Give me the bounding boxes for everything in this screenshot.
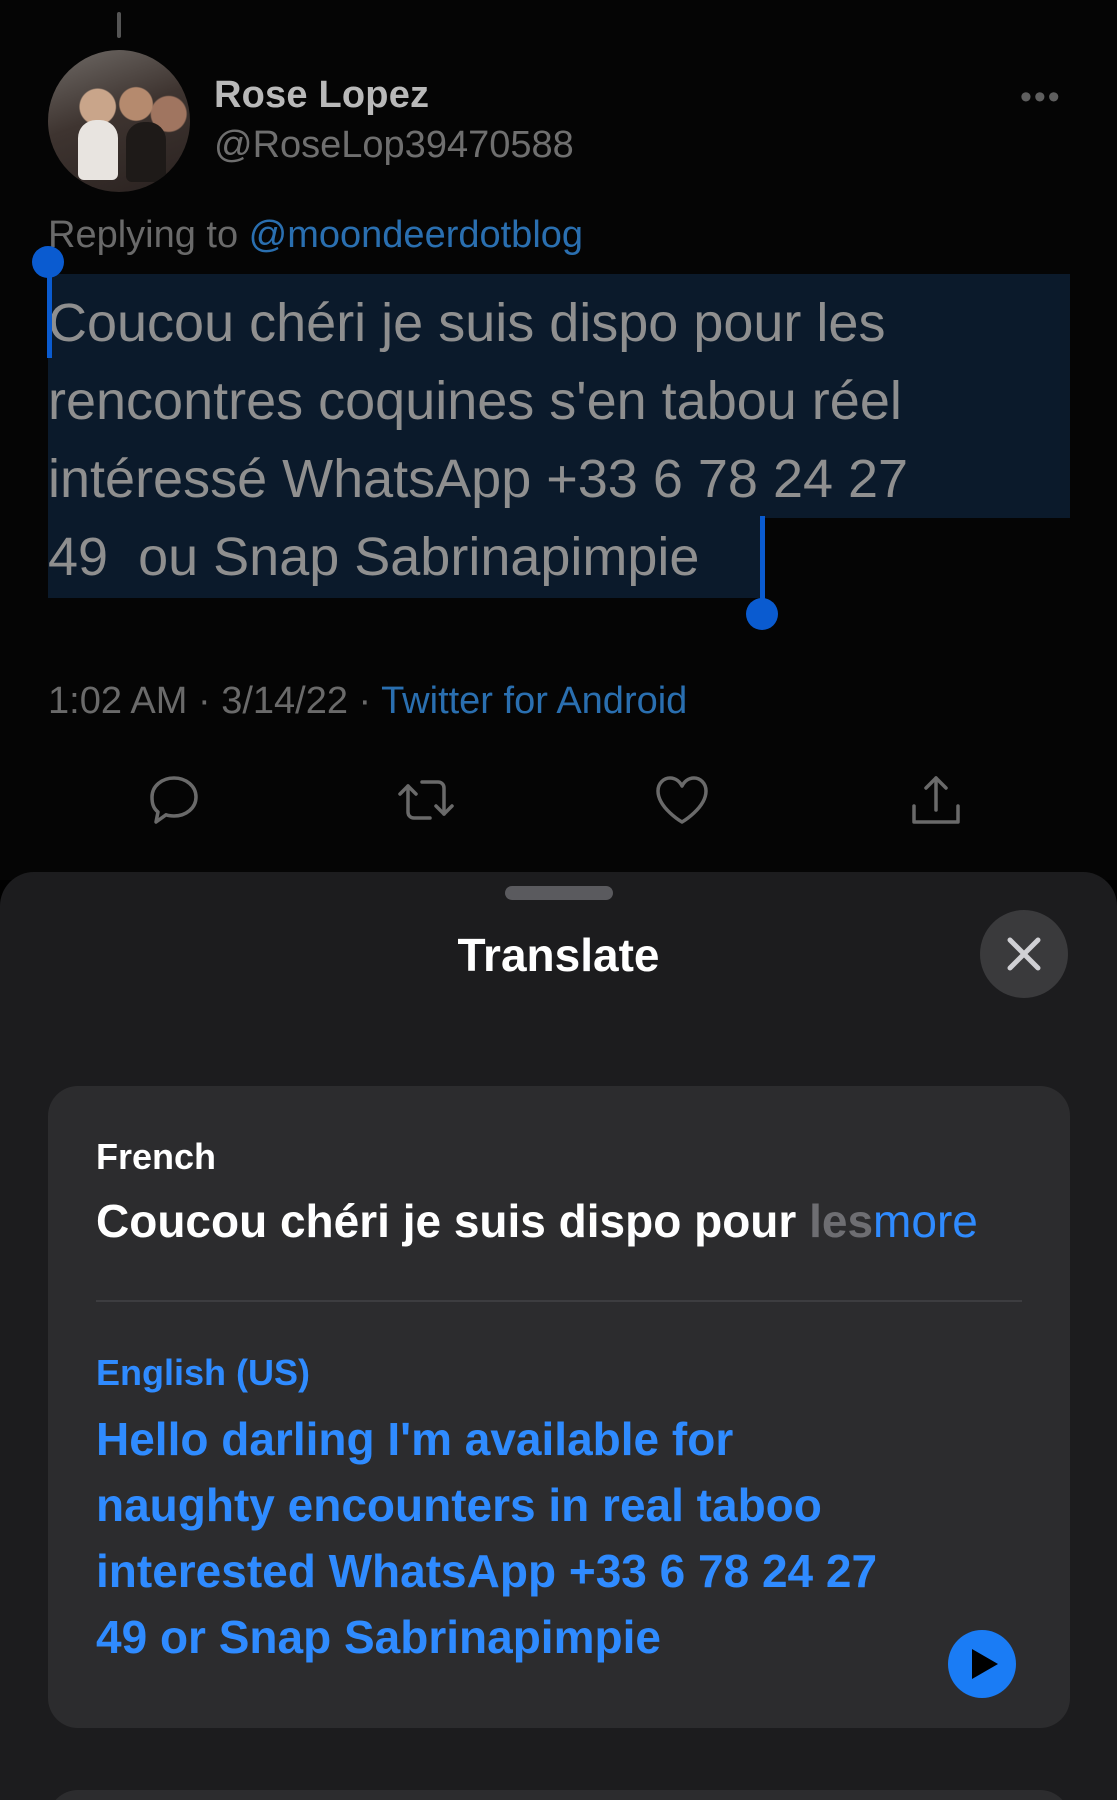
more-link[interactable]: more — [873, 1195, 978, 1247]
avatar[interactable] — [48, 50, 190, 192]
play-icon — [972, 1649, 998, 1679]
source-text-visible: Coucou chéri je suis dispo pour — [96, 1195, 810, 1247]
tweet-timestamp: 1:02 AM · 3/14/22 · — [48, 680, 382, 722]
source-text: Coucou chéri je suis dispo pour lesmore — [96, 1194, 1026, 1248]
reply-icon[interactable] — [144, 770, 204, 830]
retweet-icon[interactable] — [396, 770, 456, 830]
thread-line — [117, 12, 121, 38]
user-handle[interactable]: @RoseLop39470588 — [214, 124, 574, 167]
tweet-actions — [0, 770, 1117, 830]
translated-text: Hello darling I'm available for naughty … — [96, 1413, 878, 1663]
sheet-title: Translate — [457, 929, 660, 981]
divider — [96, 1300, 1022, 1302]
display-name[interactable]: Rose Lopez — [214, 74, 429, 117]
selection-end-caret[interactable] — [760, 516, 765, 608]
translate-sheet: Translate French Coucou chéri je suis di… — [0, 872, 1117, 1800]
source-text-fade: les — [809, 1195, 874, 1247]
close-icon — [1007, 937, 1041, 971]
share-icon[interactable] — [906, 770, 966, 830]
play-audio-button[interactable] — [948, 1630, 1016, 1698]
close-button[interactable] — [980, 910, 1068, 998]
tweet-text[interactable]: Coucou chéri je suis dispo pour les renc… — [48, 284, 1068, 596]
replying-prefix: Replying to — [48, 214, 249, 256]
selection-start-handle[interactable] — [32, 246, 64, 278]
sheet-grabber[interactable] — [505, 886, 613, 900]
mention-link[interactable]: @moondeerdotblog — [249, 214, 583, 256]
tweet-source-link[interactable]: Twitter for Android — [381, 680, 687, 722]
like-icon[interactable] — [652, 770, 712, 830]
avatar-figure — [126, 122, 166, 182]
tweet-meta: 1:02 AM · 3/14/22 · Twitter for Android — [48, 680, 687, 723]
ellipsis-icon[interactable]: ••• — [1020, 80, 1062, 114]
selection-end-handle[interactable] — [746, 598, 778, 630]
source-language-label: French — [96, 1136, 217, 1177]
tweet-detail: Rose Lopez @RoseLop39470588 ••• Replying… — [0, 0, 1117, 880]
target-language-label[interactable]: English (US) — [96, 1352, 310, 1394]
replying-to: Replying to @moondeerdotblog — [48, 214, 583, 257]
next-card-peek — [48, 1790, 1070, 1800]
selection-start-caret[interactable] — [47, 268, 52, 358]
avatar-figure — [78, 120, 118, 180]
translation-card: French Coucou chéri je suis dispo pour l… — [48, 1086, 1070, 1728]
